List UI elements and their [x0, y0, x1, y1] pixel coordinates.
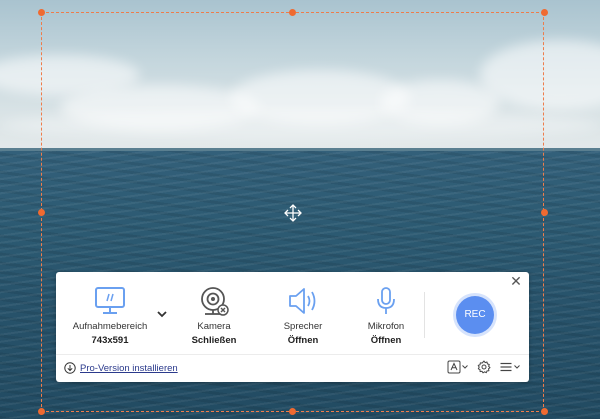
- speaker-tool[interactable]: Sprecher Öffnen: [275, 286, 331, 346]
- gear-icon: [477, 360, 491, 374]
- speaker-icon: [289, 288, 316, 314]
- region-label: Aufnahmebereich: [72, 321, 148, 332]
- speaker-label: Sprecher: [283, 321, 323, 332]
- microphone-value: Öffnen: [370, 335, 402, 346]
- resize-handle-right[interactable]: [541, 209, 548, 216]
- divider: [424, 292, 425, 338]
- region-tool[interactable]: Aufnahmebereich 743x591: [70, 286, 150, 346]
- resize-handle-bottom[interactable]: [289, 408, 296, 415]
- speaker-value: Öffnen: [287, 335, 319, 346]
- camera-value: Schließen: [191, 335, 237, 346]
- settings-button[interactable]: [477, 360, 491, 374]
- text-box-icon: [447, 360, 461, 374]
- hamburger-menu-icon: [500, 362, 512, 372]
- camera-tool[interactable]: Kamera Schließen: [184, 286, 244, 346]
- resize-handle-bottom-left[interactable]: [38, 408, 45, 415]
- text-box-dropdown[interactable]: [447, 360, 469, 374]
- recorder-toolbar: ✕ Aufnahmebereich 743x591 Kamera Schließ…: [56, 272, 529, 382]
- upgrade-link[interactable]: Pro-Version installieren: [80, 363, 178, 374]
- download-icon[interactable]: [64, 362, 76, 374]
- upgrade-row: Pro-Version installieren: [64, 361, 178, 375]
- menu-dropdown[interactable]: [499, 360, 521, 374]
- record-button[interactable]: REC: [456, 296, 494, 334]
- resize-handle-top-right[interactable]: [541, 9, 548, 16]
- microphone-tool[interactable]: Mikrofon Öffnen: [358, 286, 414, 346]
- monitor-icon: [95, 287, 125, 314]
- move-arrows-icon[interactable]: [283, 203, 303, 223]
- close-icon[interactable]: ✕: [509, 274, 523, 288]
- bottom-icons: [447, 360, 521, 374]
- chevron-down-icon: [462, 365, 468, 369]
- microphone-label: Mikrofon: [367, 321, 405, 332]
- chevron-down-icon: [514, 365, 520, 369]
- chevron-down-icon[interactable]: [156, 309, 168, 319]
- resize-handle-bottom-right[interactable]: [541, 408, 548, 415]
- camera-label: Kamera: [197, 321, 231, 332]
- region-value: 743x591: [91, 335, 129, 346]
- resize-handle-left[interactable]: [38, 209, 45, 216]
- divider: [56, 354, 529, 355]
- microphone-icon: [377, 287, 395, 314]
- webcam-icon: [201, 287, 229, 316]
- resize-handle-top-left[interactable]: [38, 9, 45, 16]
- resize-handle-top[interactable]: [289, 9, 296, 16]
